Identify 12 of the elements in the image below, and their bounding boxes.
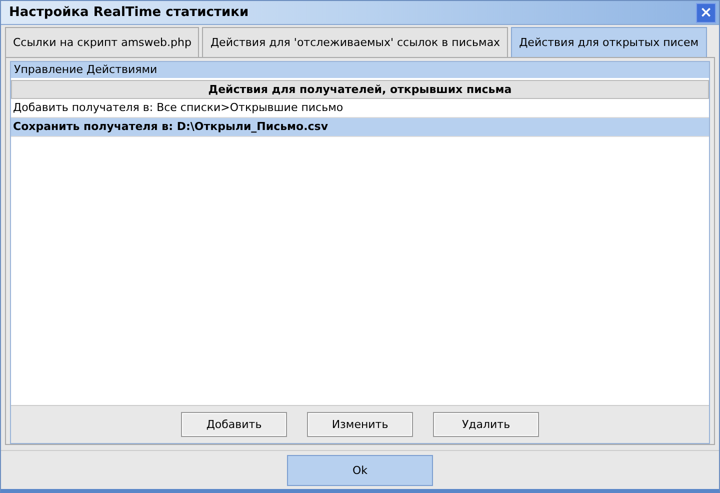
ok-button[interactable]: Ok [287, 454, 433, 486]
list-row[interactable]: Сохранить получателя в: D:\Открыли_Письмо.csv [11, 118, 709, 137]
window-title: Настройка RealTime статистики [9, 5, 249, 20]
action-button[interactable]: Добавить [181, 412, 287, 437]
tab[interactable]: Ссылки на скрипт amsweb.php [5, 27, 200, 57]
tab[interactable]: Действия для открытых писем [511, 27, 707, 57]
column-header: Действия для получателей, открывших письма [11, 80, 709, 99]
group-title: Управление Действиями [11, 62, 709, 78]
action-button[interactable]: Удалить [433, 412, 539, 437]
action-button[interactable]: Изменить [307, 412, 413, 437]
close-button[interactable]: × [696, 2, 716, 22]
tab[interactable]: Действия для 'отслеживаемых' ссылок в письмах [202, 27, 508, 57]
